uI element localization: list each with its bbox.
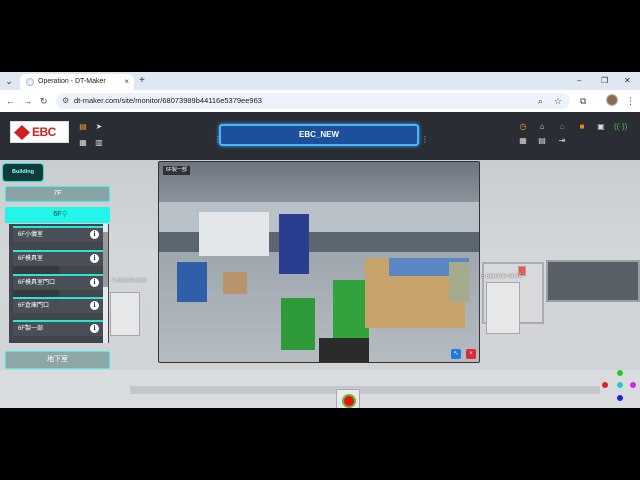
camera-list: 6F小儀室 i 6F模具室 i 6F模具室門口 i 6F倉庫門口 i 6F製一部… — [9, 224, 109, 343]
camera-item-label: 6F模具室門口 — [18, 280, 56, 286]
screen-top-margin — [0, 0, 640, 72]
video-expand-icon[interactable]: ↖ — [451, 349, 461, 359]
alert-icon[interactable]: ◷ — [518, 122, 528, 132]
axis-y-icon[interactable] — [617, 370, 623, 376]
tab-close-icon[interactable]: × — [124, 76, 129, 88]
navigate-icon[interactable]: ➤ — [94, 122, 104, 132]
tab-title: Operation - DT-Maker — [38, 78, 106, 85]
video-foreground-machine — [319, 338, 369, 362]
ebc-logo-mark — [14, 125, 30, 140]
axis-z-icon[interactable] — [617, 395, 623, 401]
site-title: EBC_NEW — [298, 130, 339, 139]
camera-item[interactable]: 6F製一部 i — [13, 320, 103, 336]
video-right-machine — [449, 262, 469, 302]
camera-item[interactable]: 6F模具室 i — [13, 250, 103, 266]
browser-chrome: ⌄ Operation - DT-Maker × + – ❐ ✕ ← → ↻ ⚙… — [0, 72, 640, 112]
machine-label-right: F-B20100-0005 — [480, 274, 522, 280]
video-ceiling — [159, 162, 479, 202]
info-icon[interactable]: i — [90, 301, 99, 310]
scene-machine-left[interactable] — [110, 292, 140, 336]
app-header: EBC ▤ ➤ ▦ ▥ EBC_NEW ⋮ ⋮ ◷ ⌂ ⌂ ■ ▣ ((·)) … — [0, 112, 640, 160]
camera-item[interactable]: 6F小儀室 i — [13, 226, 103, 242]
video-camera-tag: 6F製一部 — [163, 166, 190, 175]
video-close-icon[interactable]: × — [466, 349, 476, 359]
video-blue-machine — [279, 214, 309, 274]
app-viewport: F-B20100-0001 F-B20100-0005 EBC ▤ ➤ ▦ ▥ … — [0, 112, 640, 408]
new-tab-button[interactable]: + — [139, 75, 145, 87]
url-text: dt-maker.com/site/monitor/68073989b44116… — [74, 96, 262, 105]
video-green-crates-stack — [333, 280, 369, 344]
video-blue-cabinet — [177, 262, 207, 302]
maximize-icon[interactable]: ❐ — [601, 75, 608, 87]
tab-list-icon[interactable]: ⌄ — [3, 75, 15, 87]
profile-avatar[interactable] — [606, 94, 618, 106]
title-left-handle-icon: ⋮ — [214, 135, 222, 144]
info-icon[interactable]: i — [90, 324, 99, 333]
favicon-icon — [26, 78, 34, 86]
machine-label-left: F-B20100-0001 — [112, 278, 147, 284]
dashboard-icon[interactable]: ▦ — [518, 136, 528, 146]
video-green-crates — [281, 298, 315, 350]
info-icon[interactable]: i — [90, 278, 99, 287]
camera-item[interactable]: 6F模具室門口 i — [13, 274, 103, 290]
report-icon[interactable]: ▤ — [537, 136, 547, 146]
browser-menu-icon[interactable]: ⋮ — [626, 95, 635, 107]
reload-icon[interactable]: ↻ — [40, 95, 48, 107]
floor-7f-button[interactable]: 7F — [5, 186, 110, 202]
forward-icon[interactable]: → — [23, 95, 32, 107]
extensions-icon[interactable]: ⧉ — [580, 95, 586, 107]
browser-tab[interactable]: Operation - DT-Maker × — [20, 74, 134, 90]
camera-item-label: 6F模具室 — [18, 256, 44, 262]
lock-icon[interactable]: ⌂ — [557, 122, 567, 132]
camera-item-label: 6F倉庫門口 — [18, 303, 50, 309]
video-cardboard-box — [223, 272, 247, 294]
bookmark-star-icon[interactable]: ☆ — [554, 95, 562, 107]
screen-bottom-margin — [0, 408, 640, 480]
title-right-handle-icon: ⋮ — [421, 135, 429, 144]
tab-strip: ⌄ Operation - DT-Maker × + – ❐ ✕ — [0, 72, 640, 90]
ebc-logo-text: EBC — [32, 125, 56, 139]
camera-video-feed[interactable]: 6F製一部 ↖ × — [158, 161, 480, 363]
camera-item-label: 6F製一部 — [18, 326, 44, 332]
home-icon[interactable]: ⌂ — [537, 122, 547, 132]
camera-list-scrollbar[interactable] — [103, 224, 108, 343]
site-title-box: EBC_NEW — [219, 124, 419, 146]
axis-x-icon[interactable] — [602, 382, 608, 388]
camera-item-label: 6F小儀室 — [18, 232, 44, 238]
video-workbench-left — [199, 212, 269, 256]
navigation-bar: ← → ↻ ⚙ dt-maker.com/site/monitor/680739… — [0, 90, 640, 112]
info-icon[interactable]: i — [90, 254, 99, 263]
axis-gizmo[interactable] — [600, 368, 640, 408]
basement-button[interactable]: 地下室 — [5, 351, 110, 369]
minimize-icon[interactable]: – — [577, 75, 581, 87]
site-info-icon[interactable]: ⚙ — [62, 95, 69, 107]
ai-icon[interactable]: ▣ — [596, 122, 606, 132]
list-view-icon[interactable]: ▥ — [94, 138, 104, 148]
camera-icon[interactable]: ■ — [577, 122, 587, 132]
scene-shelf — [130, 386, 600, 394]
building-button[interactable]: Building — [2, 163, 44, 182]
ebc-logo: EBC — [10, 121, 69, 143]
floor-6f-label: 6F — [53, 211, 62, 218]
grid-view-icon[interactable]: ▦ — [78, 138, 88, 148]
address-bar[interactable]: ⚙ dt-maker.com/site/monitor/68073989b441… — [56, 93, 570, 109]
axis-center-icon[interactable] — [617, 382, 623, 388]
back-icon[interactable]: ← — [6, 95, 15, 107]
signal-icon[interactable]: ((·)) — [614, 122, 627, 132]
floor-6f-button[interactable]: 6F ⚲ — [5, 207, 110, 223]
alarm-dot-icon — [342, 394, 356, 408]
scene-window-right — [546, 260, 640, 302]
info-icon[interactable]: i — [90, 230, 99, 239]
search-icon[interactable]: ⚲ — [62, 207, 67, 223]
scrollbar-thumb[interactable] — [103, 232, 108, 287]
scene-alarm-marker[interactable] — [336, 389, 360, 408]
camera-item[interactable]: 6F倉庫門口 i — [13, 297, 103, 313]
logout-icon[interactable]: ⇥ — [557, 136, 567, 146]
book-icon[interactable]: ▤ — [78, 122, 88, 132]
scene-machine-right[interactable] — [486, 282, 520, 334]
close-window-icon[interactable]: ✕ — [624, 75, 631, 87]
zoom-icon[interactable]: ⌕ — [538, 95, 543, 107]
axis-neg-x-icon[interactable] — [630, 382, 636, 388]
